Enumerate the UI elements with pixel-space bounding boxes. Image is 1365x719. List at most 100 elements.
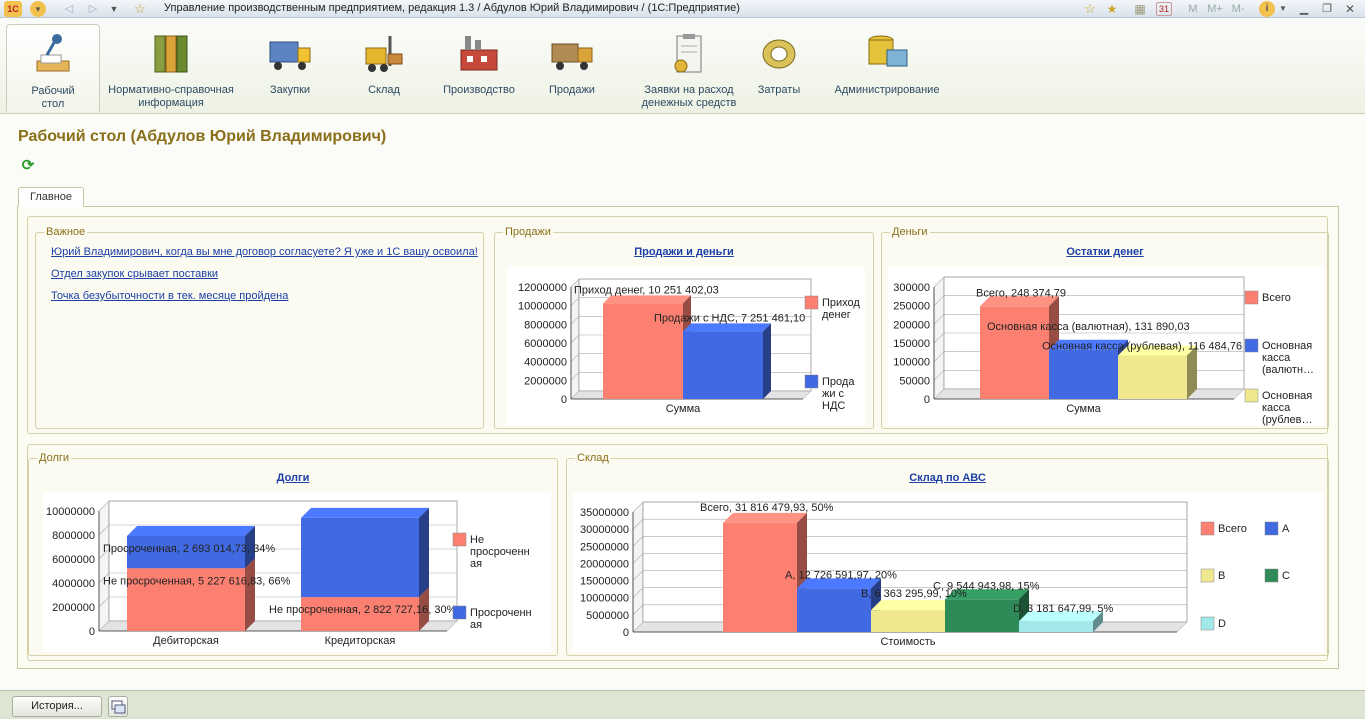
- history-dropdown-icon[interactable]: ▼: [108, 1, 120, 17]
- y-tick-label: 10000000: [46, 506, 95, 518]
- data-label: Не просроченная, 2 822 727,16, 30%: [269, 604, 457, 616]
- y-tick-label: 200000: [893, 319, 930, 331]
- data-label: Просроченная, 2 693 014,73, 34%: [103, 543, 275, 555]
- desk-lamp-icon: [31, 33, 75, 77]
- restore-icon[interactable]: ❐: [1319, 1, 1335, 17]
- legend-label: D: [1218, 618, 1226, 630]
- y-tick-label: 20000000: [580, 558, 629, 570]
- data-label: D, 3 181 647,99, 5%: [1013, 603, 1114, 615]
- section-sales[interactable]: Продажи: [534, 24, 610, 112]
- legend-swatch: [804, 295, 819, 310]
- windows-list-icon[interactable]: [108, 696, 128, 717]
- x-tick-label: Кредиторская: [325, 635, 396, 647]
- info-icon[interactable]: i: [1259, 1, 1275, 17]
- chart-side-wall: [98, 500, 110, 632]
- legend-label: C: [1282, 570, 1290, 582]
- bar-2: [797, 578, 881, 632]
- bottom-panel: Долги Долги 0 2000000 4000000 6000000 800000…: [27, 444, 1329, 661]
- debts-group: Долги Долги 0 2000000 4000000 6000000 800000…: [28, 452, 558, 656]
- page-title: Рабочий стол (Абдулов Юрий Владимирович): [18, 128, 387, 145]
- section-costs[interactable]: Затраты: [744, 24, 814, 112]
- section-label: Склад: [368, 84, 400, 96]
- tab-page: Важное Юрий Владимирович, когда вы мне д…: [17, 206, 1339, 669]
- important-link[interactable]: Отдел закупок срывает поставки: [51, 268, 218, 280]
- chart-title[interactable]: Долги: [29, 472, 557, 484]
- chart-title[interactable]: Продажи и деньги: [495, 246, 873, 258]
- bar-Дебиторская-0: [127, 558, 255, 631]
- calendar-icon[interactable]: 31: [1156, 2, 1172, 16]
- data-label: Основная касса (рублевая), 116 484,76: [1042, 341, 1242, 353]
- y-tick-label: 2000000: [52, 602, 95, 614]
- add-favorite-icon[interactable]: ☆: [1082, 1, 1098, 17]
- y-tick-label: 2000000: [524, 375, 567, 387]
- sales-group: Продажи Продажи и деньги 0 2000000 4000000…: [494, 226, 874, 429]
- data-label: C, 9 544 943,98, 15%: [933, 580, 1040, 592]
- favorites-star-icon[interactable]: ☆: [132, 1, 148, 17]
- y-tick-label: 8000000: [52, 530, 95, 542]
- data-label: Продажи с НДС, 7 251 461,10: [654, 312, 805, 324]
- window-title: Управление производственным предприятием…: [164, 2, 740, 14]
- forklift-icon: [362, 32, 406, 76]
- x-tick-label: Сумма: [666, 403, 701, 415]
- app-logo-icon[interactable]: 1C: [4, 1, 22, 17]
- debts-chart: 0 2000000 4000000 6000000 8000000 10000000 Деб…: [43, 492, 551, 652]
- section-purchases[interactable]: Закупки: [250, 24, 330, 112]
- debts-group-title: Долги: [37, 452, 72, 464]
- y-tick-label: 10000000: [518, 301, 567, 313]
- minimize-icon[interactable]: ▁: [1296, 1, 1312, 17]
- y-tick-label: 6000000: [524, 338, 567, 350]
- legend-label: A: [1282, 523, 1290, 535]
- forward-arrow-icon[interactable]: ▷: [86, 1, 100, 17]
- money-chart: 0 50000 100000 150000 200000 250000 300000 Всег…: [888, 266, 1324, 426]
- important-link[interactable]: Точка безубыточности в тек. месяце пройд…: [51, 290, 288, 302]
- section-desktop[interactable]: Рабочий стол: [6, 24, 100, 112]
- money-group: Деньги Остатки денег 0 50000 100000 150000 2…: [881, 226, 1329, 429]
- section-label: Нормативно-справочная информация: [108, 84, 234, 109]
- section-label: Производство: [443, 84, 515, 96]
- section-label: Рабочий стол: [31, 85, 75, 110]
- x-tick-label: Дебиторская: [153, 635, 219, 647]
- memory-minus-button[interactable]: M-: [1229, 1, 1247, 17]
- legend-swatch: [1264, 568, 1279, 583]
- y-tick-label: 100000: [893, 357, 930, 369]
- section-label: Затраты: [757, 84, 801, 96]
- memory-button[interactable]: M: [1186, 1, 1200, 17]
- sales-chart: 0 2000000 4000000 6000000 8000000 10000000 120…: [507, 266, 865, 426]
- section-label: Продажи: [549, 84, 595, 96]
- info-dropdown-icon[interactable]: ▼: [1278, 1, 1288, 17]
- section-payment-requests[interactable]: Заявки на расход денежных средств: [622, 24, 756, 112]
- section-warehouse[interactable]: Склад: [344, 24, 424, 112]
- menu-dropdown-icon[interactable]: ▾: [30, 1, 46, 17]
- bookmark-icon[interactable]: ★: [1104, 1, 1120, 17]
- data-label: A, 12 726 591,97, 20%: [785, 569, 897, 581]
- y-tick-label: 10000000: [580, 593, 629, 605]
- truck-icon: [268, 32, 312, 76]
- tab-main[interactable]: Главное: [18, 187, 84, 207]
- data-label: Не просроченная, 5 227 616,83, 66%: [103, 575, 291, 587]
- chart-title[interactable]: Остатки денег: [882, 246, 1328, 258]
- y-tick-label: 300000: [893, 282, 930, 294]
- stock-group-title: Склад: [575, 452, 611, 464]
- data-label: Всего, 248 374,79: [976, 287, 1066, 299]
- legend-label: B: [1218, 570, 1225, 582]
- legend-swatch: [1244, 290, 1259, 305]
- legend-swatch: [452, 605, 467, 620]
- close-icon[interactable]: ✕: [1342, 1, 1358, 17]
- back-arrow-icon[interactable]: ◁: [62, 1, 76, 17]
- y-tick-label: 30000000: [580, 524, 629, 536]
- section-administration[interactable]: Администрирование: [828, 24, 946, 112]
- history-button[interactable]: История...: [12, 696, 102, 717]
- y-tick-label: 150000: [893, 338, 930, 350]
- y-tick-label: 50000: [899, 375, 930, 387]
- data-label: Основная касса (валютная), 131 890,03: [987, 321, 1190, 333]
- chart-title[interactable]: Склад по АВС: [567, 472, 1328, 484]
- memory-plus-button[interactable]: M+: [1206, 1, 1224, 17]
- section-reference-data[interactable]: Нормативно-справочная информация: [104, 24, 238, 112]
- important-group: Важное Юрий Владимирович, когда вы мне д…: [35, 226, 484, 429]
- y-tick-label: 250000: [893, 301, 930, 313]
- legend-swatch: [1264, 521, 1279, 536]
- calculator-icon[interactable]: ▦: [1132, 1, 1148, 17]
- important-link[interactable]: Юрий Владимирович, когда вы мне договор …: [51, 246, 478, 258]
- refresh-icon[interactable]: ⟳: [20, 158, 36, 174]
- section-production[interactable]: Производство: [436, 24, 522, 112]
